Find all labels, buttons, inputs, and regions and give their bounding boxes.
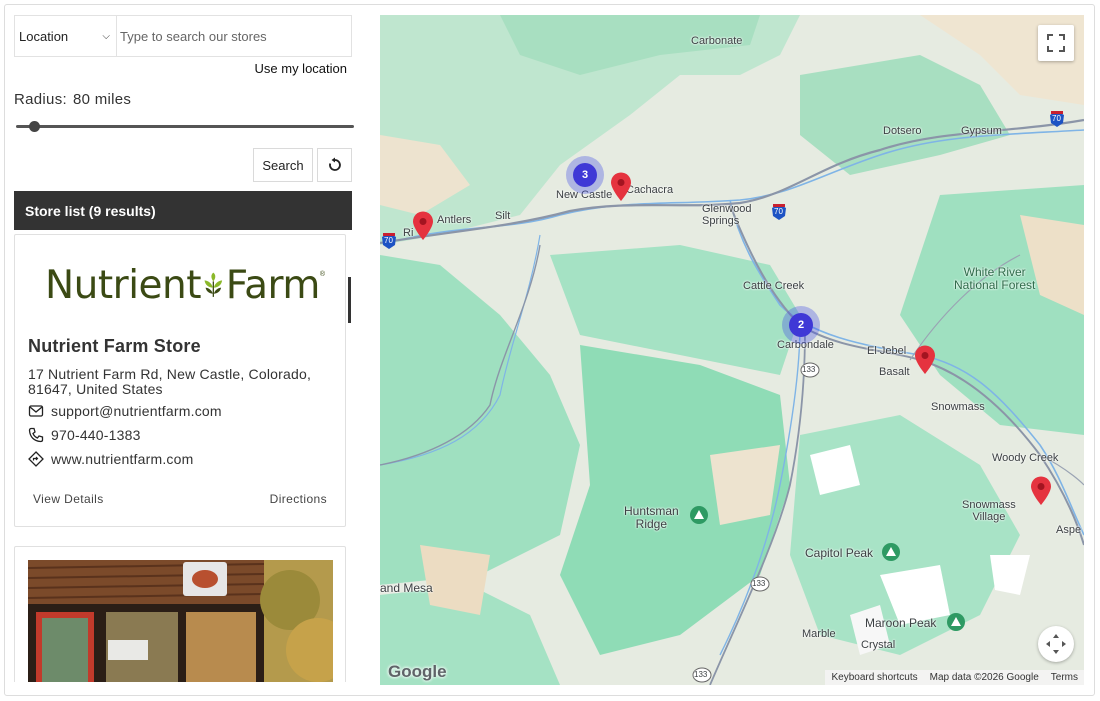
reset-button[interactable] bbox=[317, 148, 352, 182]
store-list-header: Store list (9 results) bbox=[14, 191, 352, 230]
map-view[interactable]: 70 70 70 133 133 133 Carbonate Dotsero G… bbox=[380, 15, 1084, 685]
cluster-count: 3 bbox=[573, 163, 597, 187]
directions-diamond-icon bbox=[28, 451, 44, 467]
place-woody-creek: Woody Creek bbox=[992, 452, 1059, 464]
store-locator-panel: Location ⌵ Use my location Radius: 80 mil… bbox=[14, 15, 354, 682]
phone-icon bbox=[28, 427, 44, 443]
search-button[interactable]: Search bbox=[253, 148, 313, 182]
place-antlers: Antlers bbox=[437, 214, 472, 226]
store-photo bbox=[28, 560, 333, 682]
store-email[interactable]: support@nutrientfarm.com bbox=[51, 403, 222, 419]
store-phone-row[interactable]: 970-440-1383 bbox=[28, 427, 141, 443]
store-cluster-marker[interactable]: 3 bbox=[566, 156, 604, 194]
store-search-input[interactable] bbox=[117, 16, 351, 56]
place-silt: Silt bbox=[495, 210, 511, 222]
storefront-image bbox=[28, 560, 333, 682]
use-my-location-link[interactable]: Use my location bbox=[255, 61, 347, 76]
logo-word-2: Farm bbox=[225, 262, 321, 308]
store-list-scrollbar[interactable] bbox=[348, 277, 351, 323]
camera-control-icon bbox=[1046, 634, 1066, 654]
place-huntsman-ridge: Huntsman Ridge bbox=[624, 504, 679, 531]
place-dotsero: Dotsero bbox=[883, 125, 922, 137]
store-email-row[interactable]: support@nutrientfarm.com bbox=[28, 403, 222, 419]
store-pin-marker[interactable] bbox=[412, 211, 434, 241]
store-card[interactable] bbox=[14, 546, 346, 682]
fullscreen-button[interactable] bbox=[1038, 25, 1074, 61]
store-pin-marker[interactable] bbox=[610, 172, 632, 202]
store-card[interactable]: Nutrient Farm ® Nutrient Farm Store 17 N… bbox=[14, 234, 346, 527]
place-cachacra: Cachacra bbox=[626, 184, 674, 196]
map-data-text: Map data ©2026 Google bbox=[929, 672, 1039, 683]
hwy133-label-3: 133 bbox=[694, 670, 708, 679]
cluster-count: 2 bbox=[789, 313, 813, 337]
terms-link[interactable]: Terms bbox=[1051, 672, 1078, 683]
radius-slider-thumb[interactable] bbox=[29, 121, 40, 132]
search-button-row: Search bbox=[253, 148, 352, 182]
place-marble: Marble bbox=[802, 628, 836, 640]
store-website-row[interactable]: www.nutrientfarm.com bbox=[28, 451, 193, 467]
google-logo: Google bbox=[388, 662, 447, 681]
refresh-icon bbox=[328, 157, 341, 171]
map-attribution: Keyboard shortcuts Map data ©2026 Google… bbox=[825, 670, 1084, 685]
search-row: Location ⌵ bbox=[14, 15, 352, 57]
store-phone[interactable]: 970-440-1383 bbox=[51, 427, 141, 443]
fullscreen-icon bbox=[1047, 34, 1065, 52]
place-maroon-peak: Maroon Peak bbox=[865, 616, 937, 630]
store-cluster-marker[interactable]: 2 bbox=[782, 306, 820, 344]
store-name: Nutrient Farm Store bbox=[28, 336, 201, 356]
store-pin-marker[interactable] bbox=[914, 345, 936, 375]
place-grand-mesa: and Mesa bbox=[380, 581, 433, 595]
store-logo: Nutrient Farm ® bbox=[45, 257, 325, 313]
place-white-river-forest: White River National Forest bbox=[954, 265, 1036, 292]
map-terrain bbox=[380, 15, 1084, 685]
radius-slider-track bbox=[16, 125, 354, 128]
place-glenwood-springs: Glenwood Springs bbox=[702, 203, 752, 227]
radius-label: Radius: 80 miles bbox=[14, 91, 131, 108]
store-address: 17 Nutrient Farm Rd, New Castle, Colorad… bbox=[28, 366, 312, 397]
store-pin-marker[interactable] bbox=[1030, 476, 1052, 506]
i70-shield-label-3: 70 bbox=[384, 236, 393, 245]
chevron-down-icon: ⌵ bbox=[102, 30, 110, 42]
camera-control-button[interactable] bbox=[1038, 626, 1074, 662]
place-snowmass-village: Snowmass Village bbox=[962, 499, 1016, 523]
radius-label-text: Radius: bbox=[14, 91, 67, 108]
place-aspen: Aspe bbox=[1056, 524, 1082, 536]
keyboard-shortcuts-link[interactable]: Keyboard shortcuts bbox=[831, 672, 917, 683]
place-carbonate: Carbonate bbox=[691, 35, 743, 47]
view-details-link[interactable]: View Details bbox=[33, 492, 104, 506]
radius-slider[interactable] bbox=[16, 119, 354, 133]
location-select[interactable]: Location ⌵ bbox=[15, 16, 117, 56]
i70-shield-label-1: 70 bbox=[1052, 114, 1061, 123]
i70-shield-label-2: 70 bbox=[774, 207, 783, 216]
place-el-jebel: El Jebel bbox=[867, 345, 907, 357]
place-crystal: Crystal bbox=[861, 639, 896, 651]
directions-link[interactable]: Directions bbox=[270, 492, 327, 506]
mail-icon bbox=[28, 405, 44, 417]
radius-value: 80 miles bbox=[72, 91, 132, 108]
store-list[interactable]: Nutrient Farm ® Nutrient Farm Store 17 N… bbox=[14, 230, 352, 682]
place-capitol-peak: Capitol Peak bbox=[805, 546, 874, 560]
leaf-logo-icon bbox=[204, 272, 223, 297]
logo-word-1: Nutrient bbox=[45, 262, 202, 308]
place-gypsum: Gypsum bbox=[961, 125, 1002, 137]
store-website[interactable]: www.nutrientfarm.com bbox=[51, 451, 193, 467]
location-select-label: Location bbox=[19, 28, 69, 44]
place-cattle-creek: Cattle Creek bbox=[743, 280, 805, 292]
hwy133-label-1: 133 bbox=[802, 365, 816, 374]
registered-mark: ® bbox=[319, 271, 325, 278]
place-basalt: Basalt bbox=[879, 366, 910, 378]
hwy133-label-2: 133 bbox=[752, 579, 766, 588]
place-snowmass: Snowmass bbox=[931, 401, 985, 413]
